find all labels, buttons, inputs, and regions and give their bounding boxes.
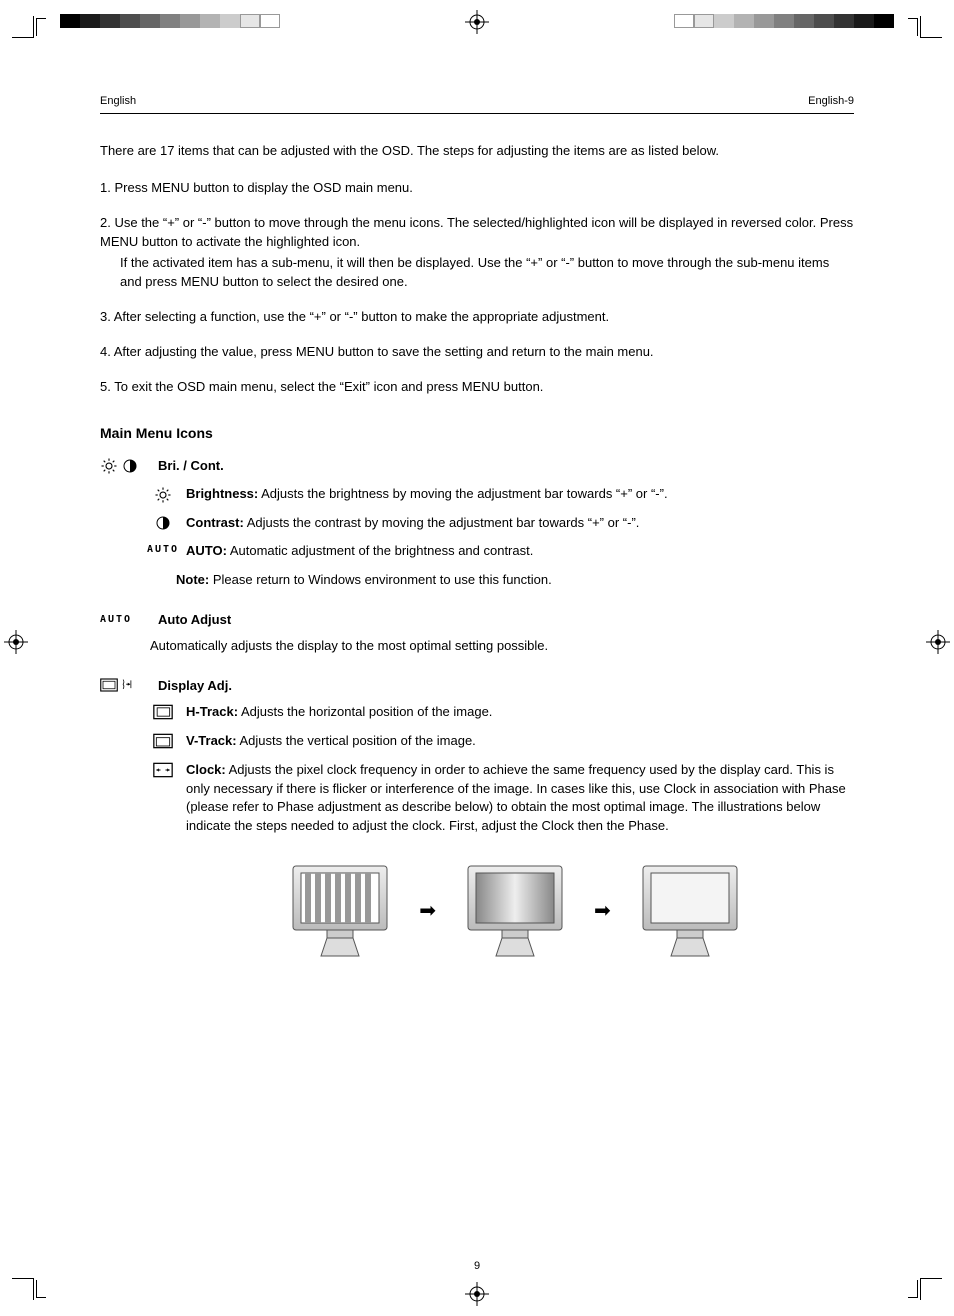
note-label: Note:: [176, 572, 209, 587]
monitor-gradient-icon: [460, 860, 570, 960]
vtrack-icon: [153, 733, 173, 749]
brightness-icon: [100, 457, 118, 475]
step-number: 5.: [100, 379, 111, 394]
step-text: Use the “+” or “-” button to move throug…: [100, 215, 853, 249]
crop-mark: [4, 1278, 34, 1308]
menu-title: Bri. / Cont.: [158, 458, 224, 473]
menu-brightness-contrast: Bri. / Cont. Brightness: Adjusts the bri…: [100, 457, 854, 591]
phase-nudge-icon: [122, 678, 132, 692]
grayscale-strip: [674, 14, 894, 28]
registration-target-icon: [926, 630, 950, 654]
grayscale-strip: [60, 14, 280, 28]
display-icon: [100, 678, 118, 692]
crop-mark-inner: [908, 18, 918, 36]
step-item: 3. After selecting a function, use the “…: [100, 308, 854, 327]
page-content: English English-9 There are 17 items tha…: [100, 95, 854, 982]
arrow-right-icon: ➡: [594, 898, 611, 923]
item-label: AUTO:: [186, 543, 227, 558]
step-text: After adjusting the value, press MENU bu…: [114, 344, 654, 359]
intro-text: There are 17 items that can be adjusted …: [100, 142, 854, 161]
menu-title: Display Adj.: [158, 678, 232, 693]
contrast-icon: [155, 515, 171, 531]
clock-icon: [153, 762, 173, 778]
header-left: English: [100, 95, 136, 107]
item-desc: Automatic adjustment of the brightness a…: [230, 543, 534, 558]
item-label: V-Track:: [186, 733, 237, 748]
item-desc: Automatically adjusts the display to the…: [150, 637, 854, 656]
monitor-stripes-icon: [285, 860, 395, 960]
step-text: After selecting a function, use the “+” …: [114, 309, 609, 324]
step-number: 4.: [100, 344, 111, 359]
crop-mark-inner: [36, 18, 46, 36]
registration-target-icon: [465, 1282, 489, 1306]
step-text: To exit the OSD main menu, select the “E…: [114, 379, 543, 394]
crop-mark: [920, 8, 950, 38]
menu-title: Auto Adjust: [158, 612, 231, 627]
crop-mark: [4, 8, 34, 38]
auto-icon: AUTO: [100, 614, 132, 625]
step-number: 2.: [100, 215, 111, 230]
item-desc: Adjusts the contrast by moving the adjus…: [247, 515, 640, 530]
page-number: 9: [0, 1260, 954, 1272]
step-item: 2. Use the “+” or “-” button to move thr…: [100, 214, 854, 292]
step-item: 5. To exit the OSD main menu, select the…: [100, 378, 854, 397]
item-label: H-Track:: [186, 704, 238, 719]
step-item: 1. Press MENU button to display the OSD …: [100, 179, 854, 198]
print-registration-bottom: [0, 1278, 954, 1308]
item-desc: Adjusts the horizontal position of the i…: [241, 704, 492, 719]
brightness-icon: [154, 486, 172, 504]
section-title: Main Menu Icons: [100, 425, 854, 441]
clock-adjust-illustration: ➡ ➡: [176, 860, 854, 960]
monitor-clear-icon: [635, 860, 745, 960]
item-desc: Adjusts the pixel clock frequency in ord…: [186, 762, 846, 834]
item-desc: Adjusts the brightness by moving the adj…: [261, 486, 667, 501]
page-header: English English-9: [100, 95, 854, 114]
htrack-icon: [153, 704, 173, 720]
menu-display-adjust: Display Adj. H-Track: Adjusts the horizo…: [100, 678, 854, 960]
step-number: 3.: [100, 309, 111, 324]
crop-mark: [920, 1278, 950, 1308]
step-number: 1.: [100, 180, 111, 195]
item-label: Clock:: [186, 762, 226, 777]
step-item: 4. After adjusting the value, press MENU…: [100, 343, 854, 362]
registration-target-icon: [4, 630, 28, 654]
registration-target-icon: [465, 10, 489, 34]
crop-mark-inner: [908, 1280, 918, 1298]
menu-auto-adjust: AUTO Auto Adjust Automatically adjusts t…: [100, 612, 854, 656]
item-desc: Adjusts the vertical position of the ima…: [240, 733, 476, 748]
step-sub: If the activated item has a sub-menu, it…: [120, 254, 854, 292]
header-right: English-9: [808, 95, 854, 107]
crop-mark-inner: [36, 1280, 46, 1298]
step-text: Press MENU button to display the OSD mai…: [114, 180, 412, 195]
item-label: Contrast:: [186, 515, 244, 530]
print-registration-top: [0, 8, 954, 38]
contrast-icon: [122, 458, 138, 474]
arrow-right-icon: ➡: [419, 898, 436, 923]
auto-icon: AUTO: [147, 543, 179, 558]
item-label: Brightness:: [186, 486, 258, 501]
note-text: Please return to Windows environment to …: [213, 572, 552, 587]
